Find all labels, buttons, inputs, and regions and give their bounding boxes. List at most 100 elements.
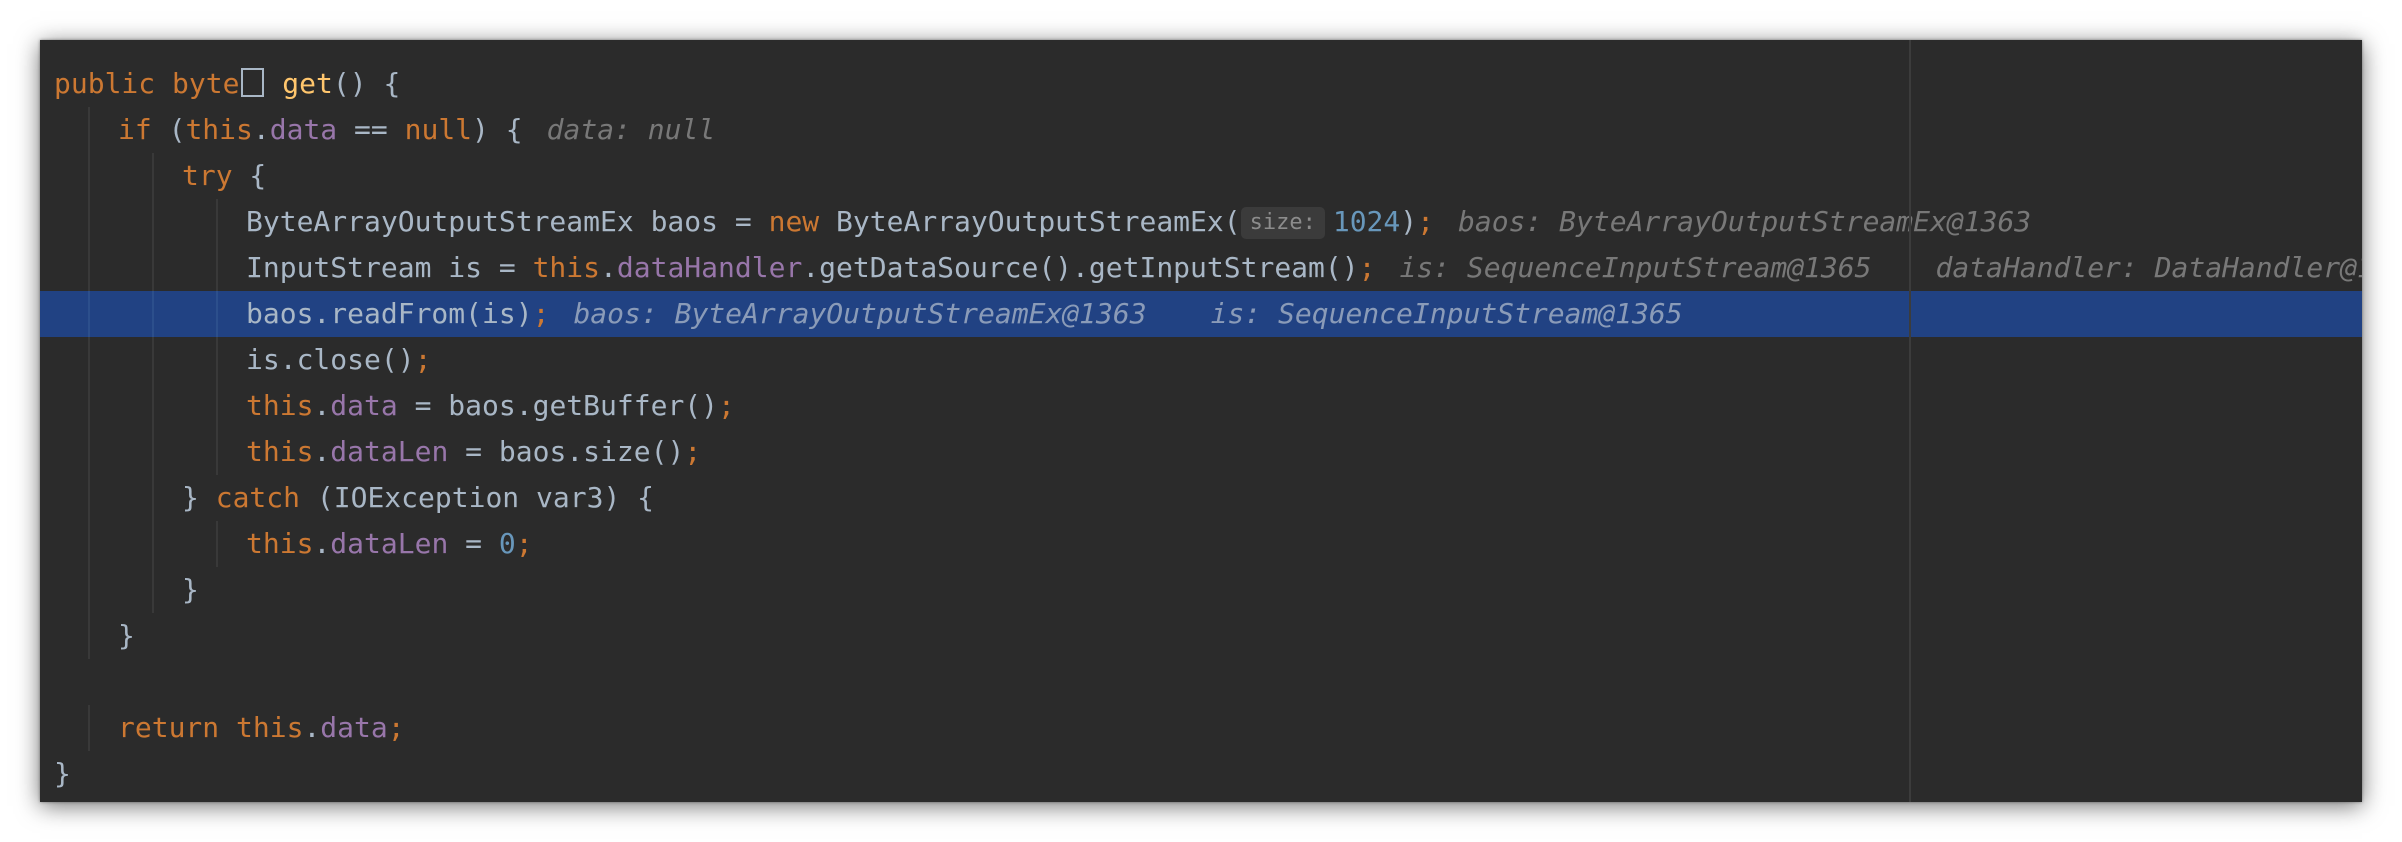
code-line[interactable]: if (this.data == null) {data: null xyxy=(40,107,2362,153)
indent-guide xyxy=(88,291,90,337)
code-token: ) { xyxy=(472,113,523,146)
keyword-token: ; xyxy=(414,343,432,376)
code-token: baos.readFrom(is) xyxy=(246,297,533,330)
code-editor[interactable]: public byte get() {if (this.data == null… xyxy=(40,40,2362,802)
code-line[interactable]: public byte get() { xyxy=(40,61,2362,107)
indent-guide xyxy=(216,245,218,291)
indent-guide xyxy=(152,153,154,199)
debug-value-hint: is: SequenceInputStream@1365 xyxy=(1399,251,1872,284)
indent-guide xyxy=(88,107,90,153)
indent-guide xyxy=(152,337,154,383)
indent-guide xyxy=(88,567,90,613)
code-token: ByteArrayOutputStreamEx baos = xyxy=(246,205,769,238)
indent-guide xyxy=(216,521,218,567)
code-token: . xyxy=(313,435,331,468)
indent-guide xyxy=(216,383,218,429)
field-token: dataLen xyxy=(330,527,449,560)
keyword-token: this xyxy=(246,527,314,560)
code-line[interactable]: } catch (IOException var3) { xyxy=(40,475,2362,521)
keyword-token: this xyxy=(185,113,253,146)
array-brackets-glyph xyxy=(241,68,265,97)
field-token: data xyxy=(320,711,388,744)
code-line[interactable]: InputStream is = this.dataHandler.getDat… xyxy=(40,245,2362,291)
number-token: 1024 xyxy=(1332,205,1401,238)
debug-value-hint: data: null xyxy=(546,113,716,146)
parameter-name-hint: size: xyxy=(1240,207,1325,239)
code-line[interactable]: } xyxy=(40,567,2362,613)
indent-guide xyxy=(152,429,154,475)
keyword-token: ; xyxy=(1358,251,1376,284)
keyword-token: try xyxy=(182,159,233,192)
indent-guide xyxy=(152,567,154,613)
indent-guide xyxy=(88,475,90,521)
code-token: ByteArrayOutputStreamEx( xyxy=(819,205,1241,238)
indent-guide xyxy=(152,475,154,521)
code-line[interactable]: this.dataLen = baos.size(); xyxy=(40,429,2362,475)
code-token: ( xyxy=(151,113,186,146)
keyword-token: ; xyxy=(387,711,405,744)
method-name-token: get xyxy=(282,67,333,100)
code-token: is.close() xyxy=(246,343,415,376)
indent-guide xyxy=(152,521,154,567)
code-token: = baos.getBuffer() xyxy=(397,389,719,422)
code-line[interactable]: this.dataLen = 0; xyxy=(40,521,2362,567)
number-token: 0 xyxy=(498,527,516,560)
code-token: } xyxy=(54,757,71,790)
code-line[interactable] xyxy=(40,659,2362,705)
keyword-token: if xyxy=(118,113,152,146)
keyword-token: public byte xyxy=(54,67,240,100)
indent-guide xyxy=(216,199,218,245)
right-margin-guide xyxy=(1909,40,1911,802)
code-token: . xyxy=(303,711,321,744)
keyword-token: ; xyxy=(718,389,735,422)
code-token: = baos.size() xyxy=(448,435,685,468)
debug-value-hint: baos: ByteArrayOutputStreamEx@1363 xyxy=(573,297,1147,330)
field-token: dataLen xyxy=(330,435,449,468)
code-token: } xyxy=(182,573,199,606)
code-token: . xyxy=(600,251,617,284)
code-token: { xyxy=(232,159,267,192)
code-line[interactable]: try { xyxy=(40,153,2362,199)
code-area[interactable]: public byte get() {if (this.data == null… xyxy=(40,61,2362,797)
indent-guide xyxy=(88,613,90,659)
code-line[interactable]: this.data = baos.getBuffer(); xyxy=(40,383,2362,429)
keyword-token: return this xyxy=(118,711,304,744)
field-token: dataHandler xyxy=(616,251,803,284)
current-execution-line[interactable]: baos.readFrom(is); baos: ByteArrayOutputS… xyxy=(40,291,2362,337)
indent-guide xyxy=(88,429,90,475)
indent-guide xyxy=(88,337,90,383)
indent-guide xyxy=(88,521,90,567)
keyword-token: null xyxy=(404,113,473,146)
code-token: = xyxy=(448,527,499,560)
code-token: } xyxy=(118,619,135,652)
code-token: ) xyxy=(1400,205,1418,238)
indent-guide xyxy=(152,199,154,245)
keyword-token: this xyxy=(532,251,601,284)
keyword-token: ; xyxy=(515,527,533,560)
code-line[interactable]: } xyxy=(40,751,2362,797)
keyword-token: ; xyxy=(1417,205,1434,238)
indent-guide xyxy=(88,153,90,199)
code-token: == xyxy=(337,113,405,146)
debug-value-hint: baos: ByteArrayOutputStreamEx@1363 xyxy=(1458,205,2032,238)
field-token: data xyxy=(269,113,338,146)
indent-guide xyxy=(88,199,90,245)
code-token: . xyxy=(313,527,331,560)
code-token: } xyxy=(182,481,216,514)
indent-guide xyxy=(152,291,154,337)
keyword-token: catch xyxy=(215,481,301,514)
keyword-token: ; xyxy=(532,297,550,330)
indent-guide xyxy=(88,383,90,429)
code-token: () { xyxy=(332,67,401,100)
indent-guide xyxy=(152,383,154,429)
code-line[interactable]: is.close(); xyxy=(40,337,2362,383)
indent-guide xyxy=(152,245,154,291)
indent-guide xyxy=(216,291,218,337)
keyword-token: new xyxy=(768,205,820,238)
code-token: InputStream is = xyxy=(246,251,533,284)
keyword-token: this xyxy=(246,389,314,422)
code-line[interactable]: return this.data; xyxy=(40,705,2362,751)
code-line[interactable]: ByteArrayOutputStreamEx baos = new ByteA… xyxy=(40,199,2362,245)
code-line[interactable]: } xyxy=(40,613,2362,659)
keyword-token: ; xyxy=(684,435,702,468)
